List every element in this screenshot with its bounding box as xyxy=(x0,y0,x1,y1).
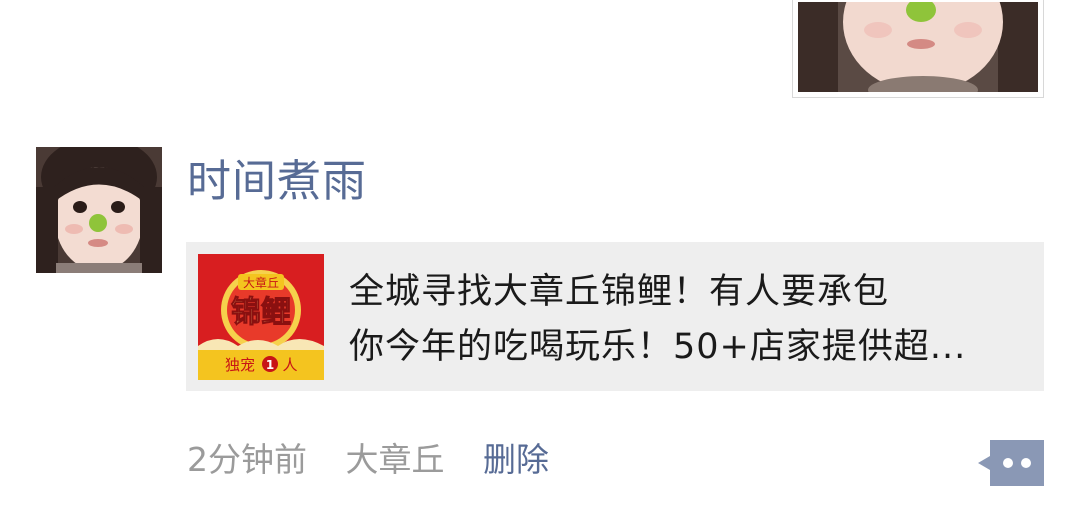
user-avatar[interactable] xyxy=(36,147,162,273)
post-meta: 2分钟前 大章丘 删除 xyxy=(187,436,577,484)
post-time: 2分钟前 xyxy=(187,440,307,479)
link-title: 全城寻找大章丘锦鲤！有人要承包 你今年的吃喝玩乐！50+店家提供超... xyxy=(349,265,1039,375)
thumb-footer: 独宠 xyxy=(225,356,255,374)
moments-feed: 时间煮雨 大章丘 锦鲤 独宠 1 人 全城寻找大章丘锦鲤！有人要承包 你今年的吃… xyxy=(0,0,1080,532)
more-actions-button[interactable] xyxy=(976,440,1044,486)
link-title-line-2: 你今年的吃喝玩乐！50+店家提供超... xyxy=(349,327,967,367)
thumb-footer-number: 1 xyxy=(266,358,274,372)
more-dots-icon xyxy=(978,440,1044,486)
post-location[interactable]: 大章丘 xyxy=(346,440,445,479)
shared-link-card[interactable]: 大章丘 锦鲤 独宠 1 人 全城寻找大章丘锦鲤！有人要承包 你今年的吃喝玩乐！5… xyxy=(186,242,1044,391)
post-username[interactable]: 时间煮雨 xyxy=(187,154,367,210)
thumb-footer-suffix: 人 xyxy=(282,356,297,374)
delete-button[interactable]: 删除 xyxy=(483,440,549,479)
link-thumbnail: 大章丘 锦鲤 独宠 1 人 xyxy=(198,254,324,380)
previous-post-photo[interactable] xyxy=(792,0,1044,98)
girl-photo-image xyxy=(798,2,1038,92)
thumb-small-title: 大章丘 xyxy=(243,275,279,290)
link-title-line-1: 全城寻找大章丘锦鲤！有人要承包 xyxy=(349,272,890,312)
avatar-image xyxy=(36,147,162,273)
thumb-big-title: 锦鲤 xyxy=(231,295,291,330)
